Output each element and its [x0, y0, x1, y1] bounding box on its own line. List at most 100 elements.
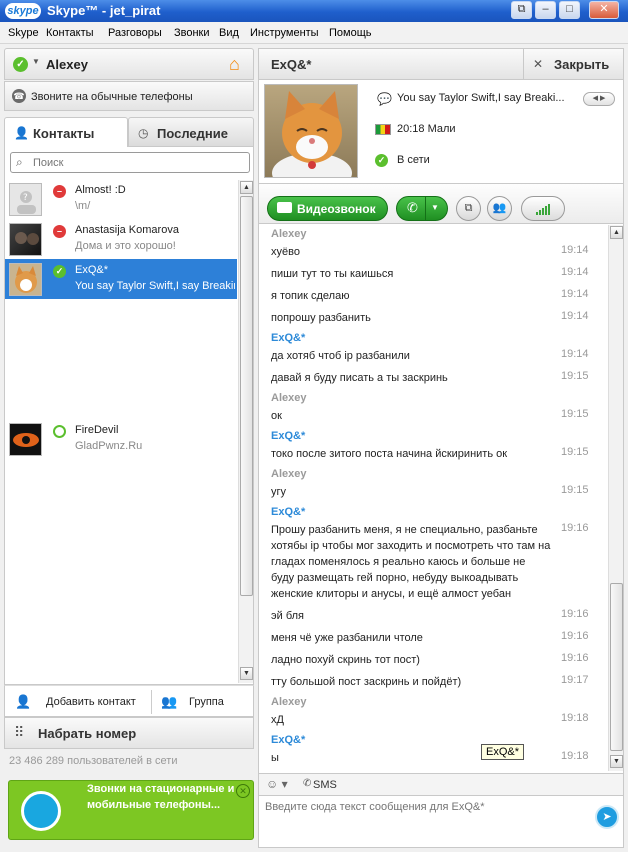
contact-item-selected[interactable]: ✓ ExQ&* You say Taylor Swift,I say Break… [5, 259, 237, 299]
message-text: эй бля [271, 610, 304, 622]
contact-item[interactable]: ? – Almost! :D \m/ [5, 179, 237, 219]
phone-icon: ✆ [407, 200, 418, 215]
message-text: токо после зитого поста начина йскиринит… [271, 448, 508, 460]
search-area: ⌕ [4, 147, 254, 179]
call-button[interactable]: ✆ ▼ [396, 196, 448, 221]
scroll-up-arrow-icon[interactable]: ▲ [240, 181, 253, 194]
chat-contact-name: ExQ&* [271, 57, 312, 72]
message-text: давай я буду писать а ты заскринь [271, 372, 448, 384]
send-message-icon[interactable]: ➤ [595, 805, 619, 829]
message-time: 19:15 [561, 408, 589, 420]
online-status-icon: ✓ [53, 265, 66, 278]
mood-nav-arrows[interactable]: ◀ ▶ [583, 92, 615, 106]
contact-item[interactable]: FireDevil GladPwnz.Ru [5, 419, 237, 459]
message-text: ок [271, 410, 282, 422]
message-text: хД [271, 714, 284, 726]
menu-tools[interactable]: Инструменты [250, 27, 319, 39]
contact-mood: Дома и это хорошо! [75, 240, 176, 252]
message-text: Прошу разбанить меня, я не специально, р… [271, 524, 551, 600]
menu-view[interactable]: Вид [219, 27, 239, 39]
menu-help[interactable]: Помощь [329, 27, 372, 39]
call-toolbar: Видеозвонок ✆ ▼ ⧉ 👥 [258, 184, 624, 224]
group-icon[interactable]: 👥 [161, 694, 177, 710]
tab-recent-label: Последние [157, 126, 228, 141]
emoticon-icon[interactable]: ☺ ▾ [266, 777, 288, 791]
window-title: Skype™ - jet_pirat [47, 3, 161, 18]
chat-scrollbar[interactable]: ▲ ▼ [608, 225, 623, 771]
phone-promo-icon [21, 791, 61, 831]
tab-contacts[interactable]: 👤 Контакты [4, 117, 128, 147]
close-window-button[interactable]: ✕ [589, 1, 619, 19]
contact-avatar[interactable] [264, 84, 358, 178]
contact-mood: You say Taylor Swift,I say Breaki... [397, 92, 565, 104]
message-time: 19:14 [561, 244, 589, 256]
maximize-button[interactable]: □ [559, 1, 580, 19]
message-sender: Alexey [271, 392, 307, 404]
search-box[interactable]: ⌕ [10, 152, 250, 173]
avatar: ? [9, 183, 42, 216]
message-time: 19:14 [561, 310, 589, 322]
call-dropdown-icon[interactable]: ▼ [431, 203, 439, 212]
video-call-label: Видеозвонок [297, 202, 376, 216]
message-text: пиши тут то ты каишься [271, 268, 394, 280]
tab-contacts-label: Контакты [33, 126, 95, 141]
scroll-down-arrow-icon[interactable]: ▼ [240, 667, 253, 680]
contact-mood: GladPwnz.Ru [75, 440, 143, 452]
clock-icon: ◷ [138, 126, 149, 140]
dial-button[interactable]: ⠿ Набрать номер [4, 717, 254, 749]
sms-button[interactable]: SMS [313, 779, 337, 791]
message-time: 19:17 [561, 674, 589, 686]
message-list: Alexey хуёво 19:14 пиши тут то ты каишься 19… [259, 224, 607, 772]
call-quality-button[interactable] [521, 196, 565, 221]
restore-window-button[interactable]: ⧉ [511, 1, 532, 19]
menu-skype[interactable]: Skype [8, 27, 39, 39]
skype-logo: skype [5, 3, 41, 19]
message-sender: Alexey [271, 228, 307, 240]
menu-conversations[interactable]: Разговоры [108, 27, 162, 39]
close-icon[interactable]: ✕ [236, 784, 250, 798]
divider [425, 197, 426, 220]
signal-strength-icon [536, 204, 550, 215]
message-time: 19:15 [561, 370, 589, 382]
add-people-icon[interactable]: 👥 [487, 196, 512, 221]
add-contact-button[interactable]: Добавить контакт [46, 696, 136, 708]
scroll-down-arrow-icon[interactable]: ▼ [610, 755, 623, 768]
home-icon[interactable]: ⌂ [229, 55, 240, 73]
phone-icon: ☎ [12, 89, 26, 103]
contact-scrollbar[interactable]: ▲ ▼ [238, 180, 253, 683]
message-text: угу [271, 486, 287, 498]
message-sender: Alexey [271, 468, 307, 480]
online-check-icon[interactable]: ✓ [13, 57, 28, 72]
sms-icon: ✆ [303, 778, 312, 789]
search-input[interactable] [33, 155, 233, 170]
contact-item[interactable]: – Anastasija Komarova Дома и это хорошо! [5, 219, 237, 259]
scroll-thumb[interactable] [240, 196, 253, 596]
contact-name: Almost! :D [75, 184, 126, 196]
close-chat-button[interactable]: ✕ Закрыть [523, 49, 625, 81]
profile-name[interactable]: Alexey [46, 57, 88, 72]
message-input[interactable] [265, 801, 585, 841]
close-icon: ✕ [533, 57, 544, 71]
message-time: 19:14 [561, 288, 589, 300]
minimize-button[interactable]: – [535, 1, 556, 19]
message-time: 19:16 [561, 652, 589, 664]
promo-text: Звонки на стационарные и мобильные телеф… [87, 783, 235, 811]
share-screen-icon[interactable]: ⧉ [456, 196, 481, 221]
menu-contacts[interactable]: Контакты [46, 27, 94, 39]
message-sender: ExQ&* [271, 332, 306, 344]
call-phones-button[interactable]: ☎ Звоните на обычные телефоны [4, 81, 254, 111]
contact-tabs: 👤 Контакты ◷ Последние [4, 117, 254, 147]
scroll-thumb[interactable] [610, 583, 623, 751]
avatar [9, 423, 42, 456]
contact-name: ExQ&* [75, 264, 109, 276]
tab-recent[interactable]: ◷ Последние [128, 117, 254, 147]
promo-banner[interactable]: Звонки на стационарные и мобильные телеф… [8, 780, 254, 840]
default-avatar-icon: ? [17, 191, 36, 214]
users-online-count: 23 486 289 пользователей в сети [9, 755, 178, 767]
group-button[interactable]: Группа [189, 696, 224, 708]
add-contact-icon[interactable]: 👤 [15, 694, 31, 710]
video-call-button[interactable]: Видеозвонок [267, 196, 388, 221]
scroll-up-arrow-icon[interactable]: ▲ [610, 226, 623, 239]
status-dropdown-icon[interactable]: ▼ [32, 57, 40, 66]
menu-calls[interactable]: Звонки [174, 27, 210, 39]
